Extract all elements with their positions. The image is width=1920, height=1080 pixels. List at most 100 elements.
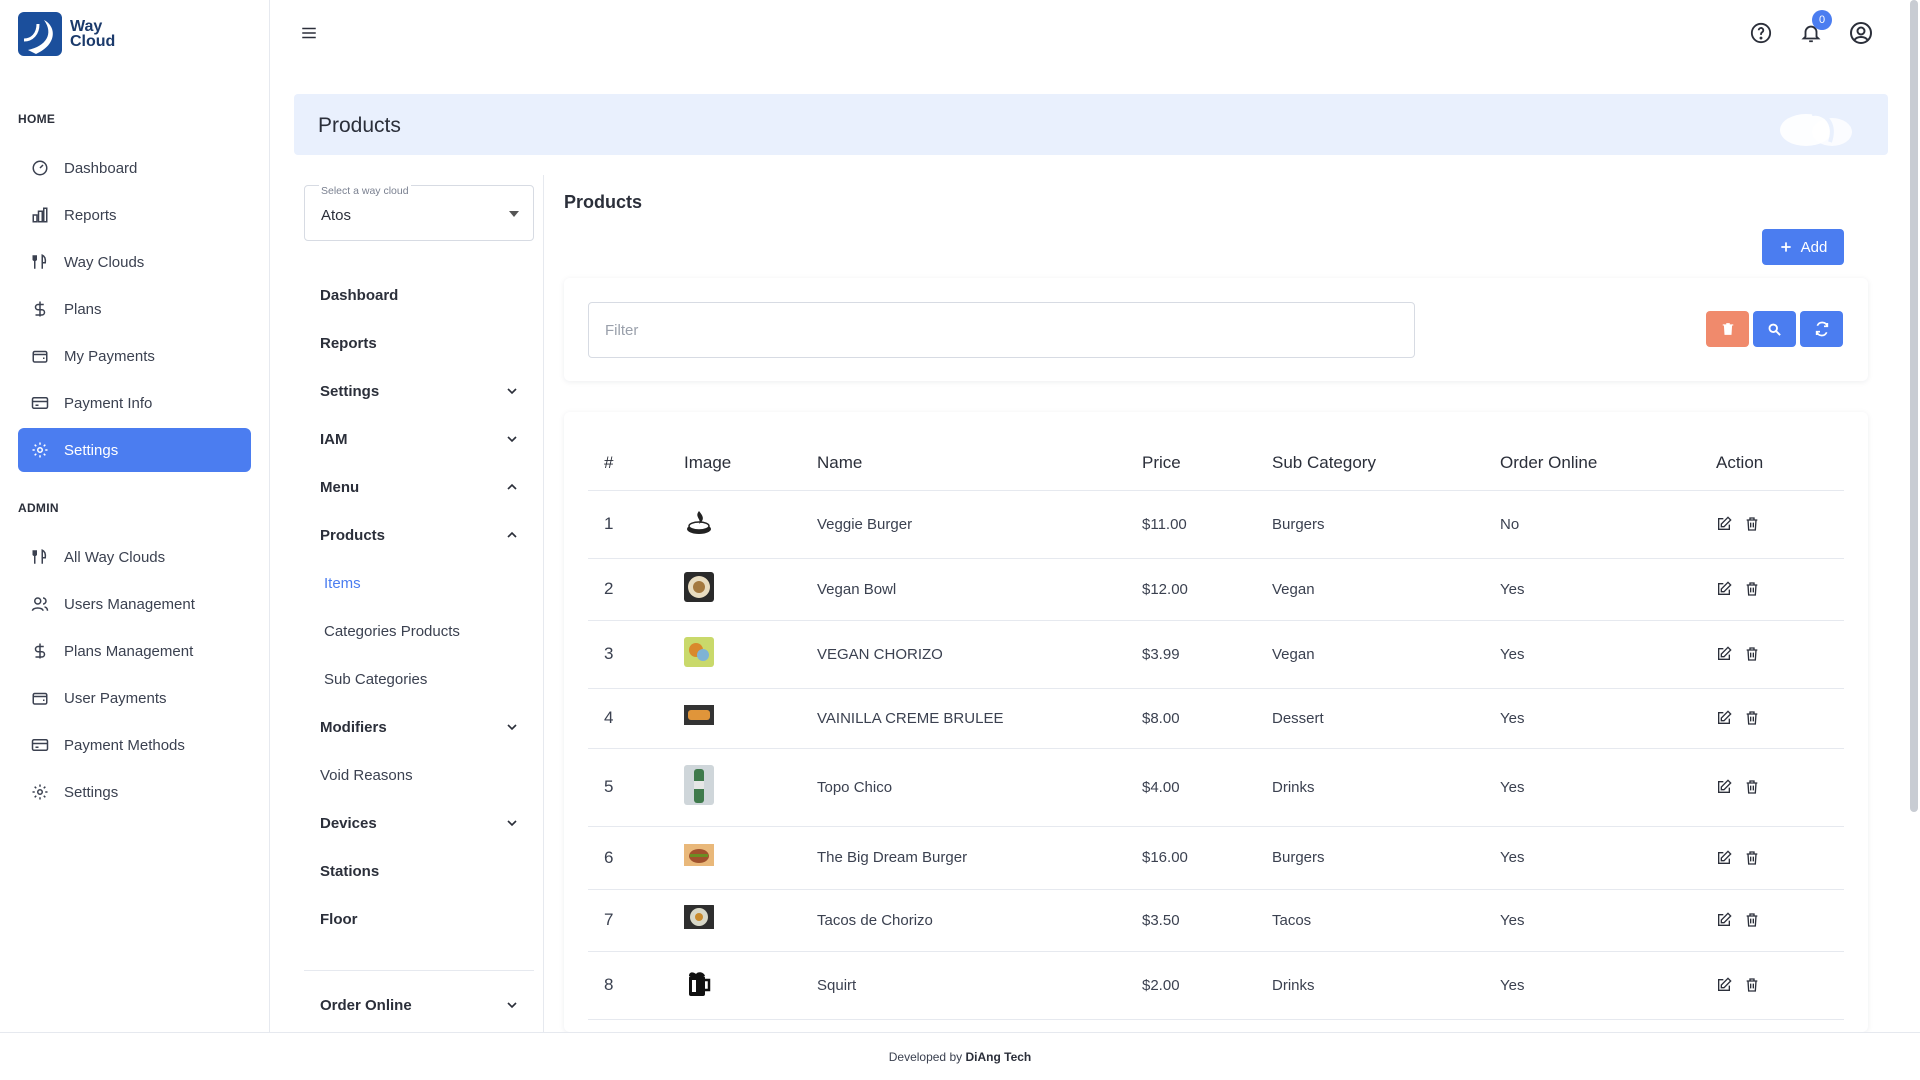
chevron-up-icon bbox=[507, 483, 517, 490]
subnav-item-label: Devices bbox=[320, 814, 377, 832]
product-price: $12.00 bbox=[1126, 558, 1256, 621]
row-actions bbox=[1716, 710, 1844, 726]
chevron-up-icon bbox=[507, 531, 517, 538]
delete-icon[interactable] bbox=[1744, 977, 1760, 993]
way-cloud-select[interactable]: Select a way cloud Atos bbox=[304, 185, 534, 241]
product-price: $4.00 bbox=[1126, 748, 1256, 827]
product-order-online: Yes bbox=[1484, 951, 1700, 1020]
trash-icon bbox=[1722, 323, 1733, 335]
edit-icon[interactable] bbox=[1716, 646, 1732, 662]
column-header-sub-category[interactable]: Sub Category bbox=[1256, 436, 1484, 491]
sidebar-item-label: User Payments bbox=[64, 689, 167, 707]
edit-icon[interactable] bbox=[1716, 977, 1732, 993]
product-name: The Big Dream Burger bbox=[801, 826, 1126, 890]
subnav-item-items[interactable]: Items bbox=[324, 575, 361, 592]
product-order-online: Yes bbox=[1484, 558, 1700, 621]
subnav-item-modifiers[interactable]: Modifiers bbox=[320, 712, 520, 742]
subnav-item-menu[interactable]: Menu bbox=[320, 472, 520, 502]
sidebar-item-payment-methods[interactable]: Payment Methods bbox=[18, 723, 251, 767]
subnav-item-floor[interactable]: Floor bbox=[320, 904, 520, 934]
product-image[interactable] bbox=[684, 572, 714, 602]
cloud-watermark-icon bbox=[1780, 111, 1852, 146]
product-image[interactable] bbox=[684, 507, 714, 537]
column-header-image[interactable]: Image bbox=[668, 436, 801, 491]
column-header-order-online[interactable]: Order Online bbox=[1484, 436, 1700, 491]
table-row: 1 Veggie Burger $11.00 Burgers No bbox=[588, 490, 1844, 559]
users-icon bbox=[30, 594, 50, 614]
product-image[interactable] bbox=[684, 701, 714, 731]
product-image[interactable] bbox=[684, 841, 714, 871]
product-image[interactable] bbox=[684, 765, 714, 805]
edit-icon[interactable] bbox=[1716, 912, 1732, 928]
user-avatar-icon[interactable] bbox=[1848, 20, 1874, 46]
edit-icon[interactable] bbox=[1716, 710, 1732, 726]
help-icon[interactable] bbox=[1748, 20, 1774, 46]
notifications-bell-icon[interactable]: 0 bbox=[1798, 10, 1832, 46]
subnav-item-dashboard[interactable]: Dashboard bbox=[320, 280, 520, 310]
column-header-name[interactable]: Name bbox=[801, 436, 1126, 491]
column-header-action: Action bbox=[1700, 436, 1844, 491]
subnav-item-iam[interactable]: IAM bbox=[320, 424, 520, 454]
subnav-item-reports[interactable]: Reports bbox=[320, 328, 520, 358]
sidebar-item-users-management[interactable]: Users Management bbox=[18, 582, 251, 626]
brand-logo[interactable]: Way Cloud bbox=[16, 10, 115, 58]
edit-icon[interactable] bbox=[1716, 849, 1732, 866]
sidebar-item-user-payments[interactable]: User Payments bbox=[18, 676, 251, 720]
subnav-item-products[interactable]: Products bbox=[320, 520, 520, 550]
add-button-label: Add bbox=[1800, 238, 1828, 256]
sidebar-item-label: My Payments bbox=[64, 347, 155, 365]
search-button[interactable] bbox=[1753, 311, 1796, 347]
hamburger-menu-icon[interactable] bbox=[300, 24, 322, 46]
sidebar-item-way-clouds[interactable]: Way Clouds bbox=[18, 240, 251, 284]
product-order-online: Yes bbox=[1484, 889, 1700, 952]
edit-icon[interactable] bbox=[1716, 516, 1732, 532]
subnav-item-order-online[interactable]: Order Online bbox=[320, 990, 520, 1020]
table-row: 5 Topo Chico $4.00 Drinks Yes bbox=[588, 748, 1844, 827]
product-image[interactable] bbox=[684, 637, 714, 667]
chevron-down-icon bbox=[507, 436, 517, 443]
sidebar-item-my-payments[interactable]: My Payments bbox=[18, 334, 251, 378]
delete-icon[interactable] bbox=[1744, 581, 1760, 597]
sidebar-item-settings[interactable]: Settings bbox=[18, 428, 251, 472]
delete-icon[interactable] bbox=[1744, 516, 1760, 532]
subnav-item-categories-products[interactable]: Categories Products bbox=[324, 623, 460, 640]
subnav-item-label: Reports bbox=[320, 334, 377, 352]
subnav-item-label: Stations bbox=[320, 862, 380, 880]
clear-filter-button[interactable] bbox=[1706, 311, 1749, 347]
column-header-number[interactable]: # bbox=[588, 436, 668, 491]
footer-brand-link[interactable]: DiAng Tech bbox=[965, 1050, 1031, 1064]
sidebar-item-plans-management[interactable]: Plans Management bbox=[18, 629, 251, 673]
refresh-button[interactable] bbox=[1800, 311, 1843, 347]
product-sub-category: Tacos bbox=[1256, 889, 1484, 952]
delete-icon[interactable] bbox=[1744, 912, 1760, 928]
sidebar-item-all-way-clouds[interactable]: All Way Clouds bbox=[18, 535, 251, 579]
subnav-item-devices[interactable]: Devices bbox=[320, 808, 520, 838]
sidebar-item-admin-settings[interactable]: Settings bbox=[18, 770, 251, 814]
edit-icon[interactable] bbox=[1716, 581, 1732, 597]
delete-icon[interactable] bbox=[1744, 779, 1760, 795]
product-image[interactable] bbox=[684, 968, 714, 998]
sidebar-item-reports[interactable]: Reports bbox=[18, 193, 251, 237]
delete-icon[interactable] bbox=[1744, 850, 1760, 866]
column-header-price[interactable]: Price bbox=[1126, 436, 1256, 491]
subnav-item-sub-categories[interactable]: Sub Categories bbox=[324, 671, 427, 688]
table-row: 4 VAINILLA CREME BRULEE $8.00 Dessert Ye… bbox=[588, 688, 1844, 749]
product-order-online: Yes bbox=[1484, 826, 1700, 890]
subnav-item-settings[interactable]: Settings bbox=[320, 376, 520, 406]
delete-icon[interactable] bbox=[1744, 646, 1760, 662]
sidebar-item-dashboard[interactable]: Dashboard bbox=[18, 146, 251, 190]
edit-icon[interactable] bbox=[1716, 779, 1732, 795]
add-product-button[interactable]: Add bbox=[1762, 229, 1844, 265]
brand-line-2: Cloud bbox=[70, 33, 116, 50]
subnav-item-void-reasons[interactable]: Void Reasons bbox=[320, 767, 413, 784]
sidebar-item-payment-info[interactable]: Payment Info bbox=[18, 381, 251, 425]
row-actions bbox=[1716, 581, 1844, 597]
product-price: $3.50 bbox=[1126, 889, 1256, 952]
filter-input[interactable] bbox=[588, 302, 1415, 358]
subnav-item-stations[interactable]: Stations bbox=[320, 856, 520, 886]
sidebar-item-label: Settings bbox=[64, 783, 119, 801]
product-image[interactable] bbox=[684, 903, 714, 933]
delete-icon[interactable] bbox=[1744, 710, 1760, 726]
sidebar-item-plans[interactable]: Plans bbox=[18, 287, 251, 331]
page-scrollbar[interactable] bbox=[1910, 0, 1918, 812]
